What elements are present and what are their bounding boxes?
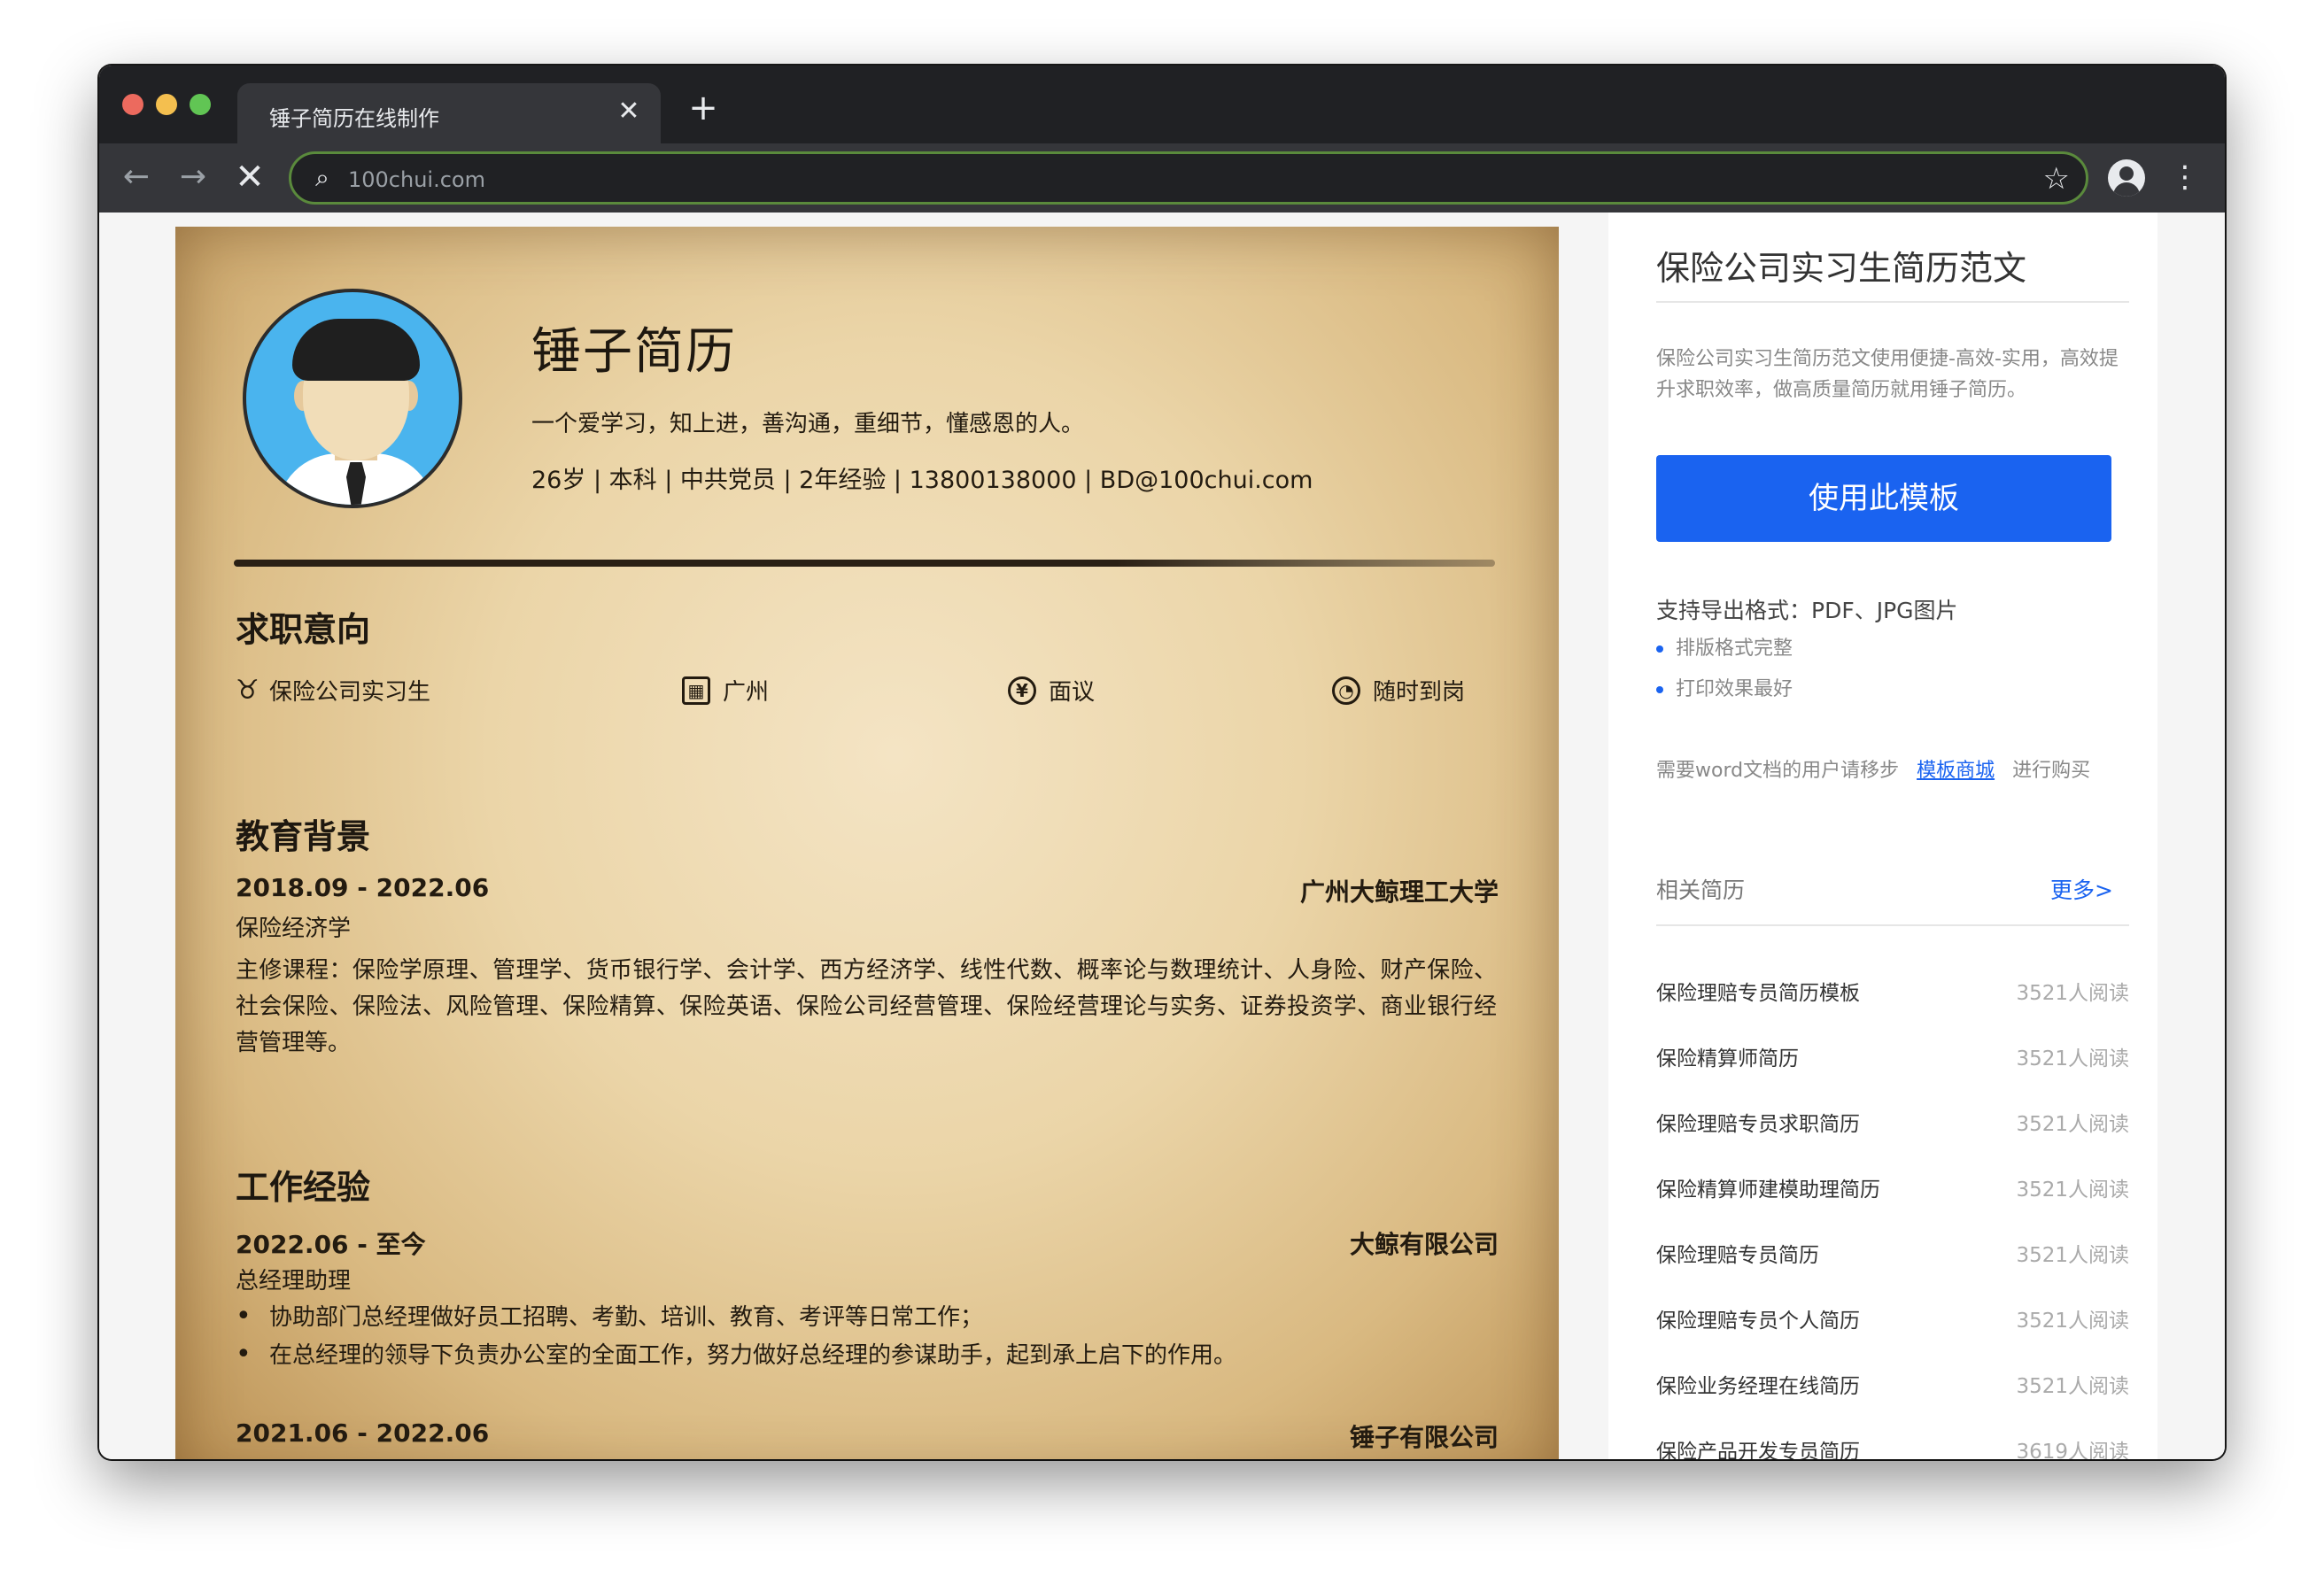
job-company: 大鲸有限公司 [1349, 1230, 1499, 1259]
job-period: 2021.06 - 2022.06 [236, 1418, 490, 1448]
use-template-button[interactable]: 使用此模板 [1656, 455, 2111, 542]
more-menu-icon[interactable]: ⋮ [2170, 158, 2200, 197]
new-tab-button[interactable]: + [684, 89, 723, 128]
section-title-intent: 求职意向 [236, 610, 371, 649]
related-item-count: 3521人阅读 [2016, 1179, 2129, 1202]
browser-tab[interactable]: 锤子简历在线制作 ✕ [237, 83, 661, 143]
related-item-title[interactable]: 保险理赔专员求职简历 [1656, 1107, 1860, 1137]
related-item[interactable]: 保险精算师建模助理简历 3521人阅读 [1656, 1172, 2129, 1208]
close-tab-icon[interactable]: ✕ [613, 96, 645, 128]
related-item[interactable]: 保险理赔专员个人简历 3521人阅读 [1656, 1303, 2129, 1339]
education-courses: 主修课程：保险学原理、管理学、货币银行学、会计学、西方经济学、线性代数、概率论与… [236, 957, 1497, 1056]
related-title: 相关简历 [1656, 877, 1746, 903]
template-description: 保险公司实习生简历范文使用便捷-高效-实用，高效提升求职效率，做高质量简历就用锤… [1656, 348, 2119, 401]
page-viewport: 锤子简历 一个爱学习，知上进，善沟通，重细节，懂感恩的人。 26岁 | 本科 |… [99, 213, 2225, 1459]
related-item-count: 3521人阅读 [2016, 1047, 2129, 1070]
related-item-count: 3619人阅读 [2016, 1441, 2129, 1459]
address-bar[interactable]: ⌕ 100chui.com ☆ [289, 151, 2088, 205]
education-school: 广州大鲸理工大学 [1299, 877, 1499, 907]
tie-icon: ♉ [236, 674, 260, 706]
education-major: 保险经济学 [236, 916, 352, 942]
export-formats: 支持导出格式：PDF、JPG图片 [1656, 598, 1958, 623]
back-arrow-icon[interactable]: ← [117, 158, 156, 197]
related-item-title[interactable]: 保险业务经理在线简历 [1656, 1369, 1860, 1399]
forward-arrow-icon[interactable]: → [174, 158, 213, 197]
close-window-button[interactable] [122, 94, 143, 115]
related-item-title[interactable]: 保险理赔专员简历模板 [1656, 976, 1860, 1006]
related-item[interactable]: 保险业务经理在线简历 3521人阅读 [1656, 1369, 2129, 1404]
related-item-title[interactable]: 保险精算师建模助理简历 [1656, 1172, 1880, 1202]
feature-item: 排版格式完整 [1656, 632, 1793, 661]
related-item-count: 3521人阅读 [2016, 1113, 2129, 1136]
related-item[interactable]: 保险理赔专员简历 3521人阅读 [1656, 1238, 2129, 1273]
section-title-work: 工作经验 [236, 1168, 371, 1207]
job-company: 锤子有限公司 [1349, 1423, 1499, 1452]
header-divider [234, 560, 1495, 567]
related-item-title[interactable]: 保险产品开发专员简历 [1656, 1434, 1860, 1459]
intent-position: ♉ 保险公司实习生 [236, 674, 431, 706]
minimize-window-button[interactable] [156, 94, 177, 115]
related-item-count: 3521人阅读 [2016, 1310, 2129, 1333]
education-period: 2018.09 - 2022.06 [236, 873, 490, 902]
intent-salary: ¥ 面议 [1008, 674, 1095, 707]
related-divider [1656, 924, 2129, 926]
browser-window: 锤子简历在线制作 ✕ + ← → ✕ ⌕ 100chui.com ☆ ⋮ 锤子简… [99, 66, 2225, 1459]
bookmark-star-icon[interactable]: ☆ [2043, 161, 2070, 197]
template-store-link[interactable]: 模板商城 [1917, 760, 1995, 782]
title-bar: 锤子简历在线制作 ✕ + [99, 66, 2225, 143]
clock-icon: ◔ [1332, 676, 1360, 705]
resume-motto: 一个爱学习，知上进，善沟通，重细节，懂感恩的人。 [531, 411, 1085, 437]
avatar [243, 289, 462, 508]
job-duties: 协助部门总经理做好员工招聘、考勤、培训、教育、考评等日常工作； 在总经理的领导下… [236, 1298, 1497, 1374]
browser-toolbar: ← → ✕ ⌕ 100chui.com ☆ ⋮ [99, 143, 2225, 213]
more-link[interactable]: 更多> [2050, 873, 2113, 905]
yen-icon: ¥ [1008, 676, 1036, 705]
section-title-education: 教育背景 [236, 817, 371, 856]
intent-availability: ◔ 随时到岗 [1332, 674, 1465, 707]
profile-avatar-icon[interactable] [2108, 159, 2145, 197]
intent-city: ▦ 广州 [682, 674, 769, 707]
template-sidebar: 保险公司实习生简历范文 保险公司实习生简历范文使用便捷-高效-实用，高效提升求职… [1608, 213, 2157, 1459]
related-item-title[interactable]: 保险理赔专员个人简历 [1656, 1303, 1860, 1333]
building-icon: ▦ [682, 676, 710, 705]
resume-preview: 锤子简历 一个爱学习，知上进，善沟通，重细节，懂感恩的人。 26岁 | 本科 |… [175, 227, 1559, 1459]
url-text[interactable]: 100chui.com [348, 167, 485, 192]
job-duty: 协助部门总经理做好员工招聘、考勤、培训、教育、考评等日常工作； [236, 1298, 1497, 1336]
stop-loading-icon[interactable]: ✕ [230, 158, 269, 197]
resume-name: 锤子简历 [531, 323, 737, 381]
job-role: 总经理助理 [236, 1268, 352, 1294]
related-item[interactable]: 保险精算师简历 3521人阅读 [1656, 1041, 2129, 1077]
search-icon: ⌕ [315, 163, 329, 192]
related-item-title[interactable]: 保险精算师简历 [1656, 1041, 1799, 1071]
related-item-count: 3521人阅读 [2016, 1375, 2129, 1398]
title-divider [1656, 301, 2129, 303]
related-item[interactable]: 保险产品开发专员简历 3619人阅读 [1656, 1434, 2129, 1459]
word-note: 需要word文档的用户请移步 模板商城 进行购买 [1656, 760, 2091, 782]
maximize-window-button[interactable] [190, 94, 211, 115]
related-item-count: 3521人阅读 [2016, 1244, 2129, 1267]
template-title: 保险公司实习生简历范文 [1656, 249, 2027, 288]
related-item[interactable]: 保险理赔专员求职简历 3521人阅读 [1656, 1107, 2129, 1142]
related-item-count: 3521人阅读 [2016, 982, 2129, 1005]
job-period: 2022.06 - 至今 [236, 1230, 426, 1259]
resume-contact: 26岁 | 本科 | 中共党员 | 2年经验 | 13800138000 | B… [531, 467, 1313, 494]
related-item[interactable]: 保险理赔专员简历模板 3521人阅读 [1656, 976, 2129, 1011]
job-duty: 在总经理的领导下负责办公室的全面工作，努力做好总经理的参谋助手，起到承上启下的作… [236, 1336, 1497, 1374]
feature-item: 打印效果最好 [1656, 673, 1793, 701]
related-item-title[interactable]: 保险理赔专员简历 [1656, 1238, 1819, 1268]
tab-title: 锤子简历在线制作 [269, 106, 439, 131]
